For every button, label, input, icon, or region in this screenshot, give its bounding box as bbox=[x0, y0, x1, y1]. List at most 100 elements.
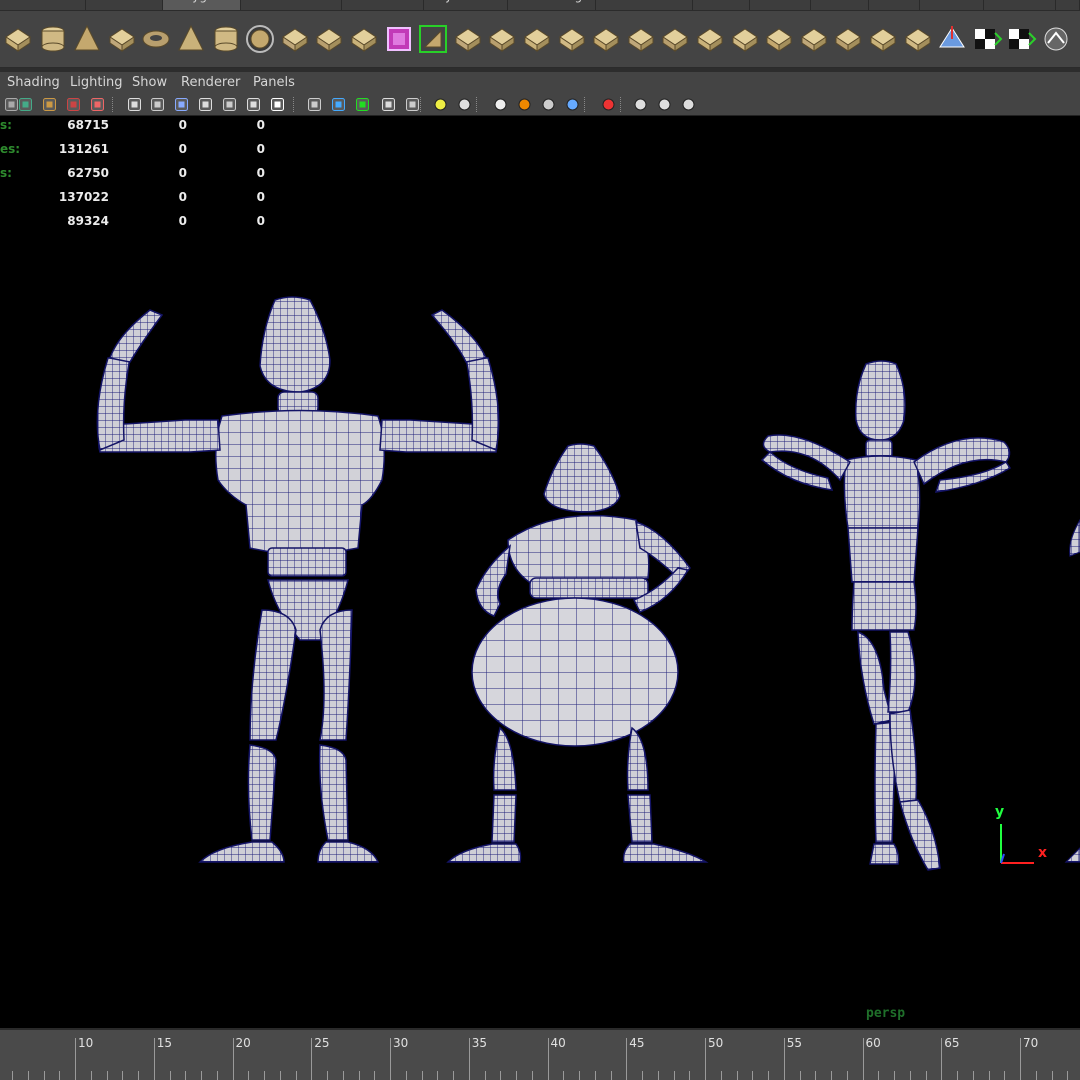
timeline-tick bbox=[311, 1038, 313, 1080]
merge-to-center-icon[interactable] bbox=[830, 21, 866, 57]
create-polygon-icon[interactable] bbox=[623, 21, 659, 57]
toolbar-separator bbox=[620, 97, 623, 112]
triangulate-icon[interactable] bbox=[415, 21, 451, 57]
isolate-select-icon[interactable] bbox=[306, 96, 323, 113]
timeline-tick bbox=[988, 1071, 990, 1080]
all-lights-icon[interactable] bbox=[516, 96, 533, 113]
quadrangulate-icon[interactable] bbox=[657, 21, 693, 57]
shelf-tab-toon[interactable]: Toon bbox=[693, 0, 750, 10]
merge-icon[interactable] bbox=[761, 21, 797, 57]
shelf-tab-curves[interactable]: Curves bbox=[0, 0, 86, 10]
wireframe-icon[interactable] bbox=[126, 96, 143, 113]
shelf-tab-hair[interactable]: Hair bbox=[920, 0, 984, 10]
collapse-icon[interactable] bbox=[865, 21, 901, 57]
timeline-tick-label: 30 bbox=[393, 1036, 409, 1050]
shelf-tab-muscle[interactable]: Muscle bbox=[750, 0, 811, 10]
timeline-tick bbox=[909, 1071, 911, 1080]
fill-hole-icon[interactable] bbox=[519, 21, 555, 57]
default-light-icon[interactable] bbox=[492, 96, 509, 113]
timeline-tick bbox=[689, 1071, 691, 1080]
high-quality-icon[interactable] bbox=[564, 96, 581, 113]
poly-pipe-icon[interactable] bbox=[208, 21, 244, 57]
figure-fat[interactable] bbox=[446, 443, 709, 863]
smooth-shade-icon[interactable] bbox=[149, 96, 166, 113]
share-icon[interactable] bbox=[680, 96, 697, 113]
menu-renderer[interactable]: Renderer bbox=[181, 75, 240, 90]
separate-icon[interactable] bbox=[346, 21, 382, 57]
toolbar-separator bbox=[584, 97, 587, 112]
shadows-icon[interactable] bbox=[456, 96, 473, 113]
timeline-tick bbox=[279, 1071, 281, 1080]
shelf-tab-surfaces[interactable]: Surfaces bbox=[86, 0, 163, 10]
scene-figures[interactable] bbox=[0, 117, 1080, 1028]
menu-panels[interactable]: Panels bbox=[253, 75, 295, 90]
shelf-tab-dynamics[interactable]: Dynamics bbox=[424, 0, 508, 10]
average-vertices-icon[interactable] bbox=[727, 21, 763, 57]
default-material-icon[interactable] bbox=[173, 96, 190, 113]
bevel-box-icon[interactable] bbox=[381, 21, 417, 57]
poly-cylinder-icon[interactable] bbox=[35, 21, 71, 57]
uv-editor-icon[interactable] bbox=[1038, 21, 1074, 57]
delete-edge-icon[interactable] bbox=[796, 21, 832, 57]
figure-slim[interactable] bbox=[760, 360, 1012, 871]
wireframe-on-shaded-icon[interactable] bbox=[330, 96, 347, 113]
menu-shading[interactable]: Shading bbox=[7, 75, 60, 90]
shelf-tab-animation[interactable]: Animation bbox=[342, 0, 424, 10]
append-polygon-icon[interactable] bbox=[484, 21, 520, 57]
bookmarks-icon[interactable] bbox=[41, 96, 58, 113]
combine-icon[interactable] bbox=[311, 21, 347, 57]
safe-action-icon[interactable] bbox=[656, 96, 673, 113]
shelf-tab-ncloth[interactable]: nCloth bbox=[984, 0, 1056, 10]
shelf-tab-deformation[interactable]: Deformation bbox=[241, 0, 342, 10]
timeline-tick bbox=[831, 1071, 832, 1080]
shelf-tab-painteffects[interactable]: PaintEffects bbox=[596, 0, 693, 10]
checker-map-icon[interactable] bbox=[1003, 21, 1039, 57]
split-polygon-icon[interactable] bbox=[554, 21, 590, 57]
panel-toolbar bbox=[0, 93, 1080, 116]
shelf-tab-cu[interactable]: Cu bbox=[1056, 0, 1080, 10]
poly-torus-icon[interactable] bbox=[138, 21, 174, 57]
lights-icon[interactable] bbox=[221, 96, 238, 113]
smooth-icon[interactable] bbox=[692, 21, 728, 57]
time-slider[interactable]: 10 15 20 25 30 35 40 45 50 55 60 65 70 bbox=[0, 1028, 1080, 1080]
hud-icon[interactable] bbox=[354, 96, 371, 113]
poly-cone-icon[interactable] bbox=[69, 21, 105, 57]
perspective-viewport[interactable]: s: 68715 0 0 es: 131261 0 0 s: 62750 0 0… bbox=[0, 117, 1080, 1028]
menu-show[interactable]: Show bbox=[132, 75, 167, 90]
poly-plane-icon[interactable] bbox=[104, 21, 140, 57]
shelf-tab-polygons[interactable]: Polygons bbox=[163, 0, 241, 10]
lights-icon[interactable] bbox=[432, 96, 449, 113]
timeline-tick bbox=[75, 1038, 76, 1080]
shelf-tab-fluids[interactable]: Fluids bbox=[811, 0, 869, 10]
sculpt-icon[interactable] bbox=[934, 21, 970, 57]
timeline-tick bbox=[106, 1071, 108, 1080]
timeline-tick-label: 15 bbox=[156, 1036, 173, 1050]
timeline-tick bbox=[453, 1071, 454, 1080]
timeline-tick bbox=[122, 1071, 124, 1080]
poly-cube-icon[interactable] bbox=[0, 21, 36, 57]
grease-pencil-icon[interactable] bbox=[89, 96, 106, 113]
image-plane-icon[interactable] bbox=[65, 96, 82, 113]
two-sided-lighting-icon[interactable] bbox=[540, 96, 557, 113]
sync-camera-icon[interactable] bbox=[632, 96, 649, 113]
bridge-icon[interactable] bbox=[900, 21, 936, 57]
resolution-gate-icon[interactable] bbox=[380, 96, 397, 113]
poly-pyramid-icon[interactable] bbox=[173, 21, 209, 57]
checker-uv-icon[interactable] bbox=[969, 21, 1005, 57]
menu-lighting[interactable]: Lighting bbox=[70, 75, 123, 90]
timeline-tick bbox=[295, 1071, 297, 1080]
shelf-tab-fur[interactable]: Fur bbox=[869, 0, 920, 10]
extrude-face-icon[interactable] bbox=[588, 21, 624, 57]
film-gate-icon[interactable] bbox=[404, 96, 421, 113]
select-camera-icon[interactable] bbox=[600, 96, 617, 113]
figure-flexing[interactable] bbox=[96, 296, 500, 863]
textured-icon[interactable] bbox=[197, 96, 214, 113]
camera-attributes-icon[interactable] bbox=[17, 96, 34, 113]
timeline-tick bbox=[201, 1071, 202, 1080]
shadows-icon[interactable] bbox=[245, 96, 262, 113]
shelf-tab-rendering[interactable]: Rendering bbox=[508, 0, 596, 10]
poly-soccer-ball-icon[interactable] bbox=[242, 21, 278, 57]
xray-icon[interactable] bbox=[269, 96, 286, 113]
mirror-icon[interactable] bbox=[450, 21, 486, 57]
extract-icon[interactable] bbox=[277, 21, 313, 57]
